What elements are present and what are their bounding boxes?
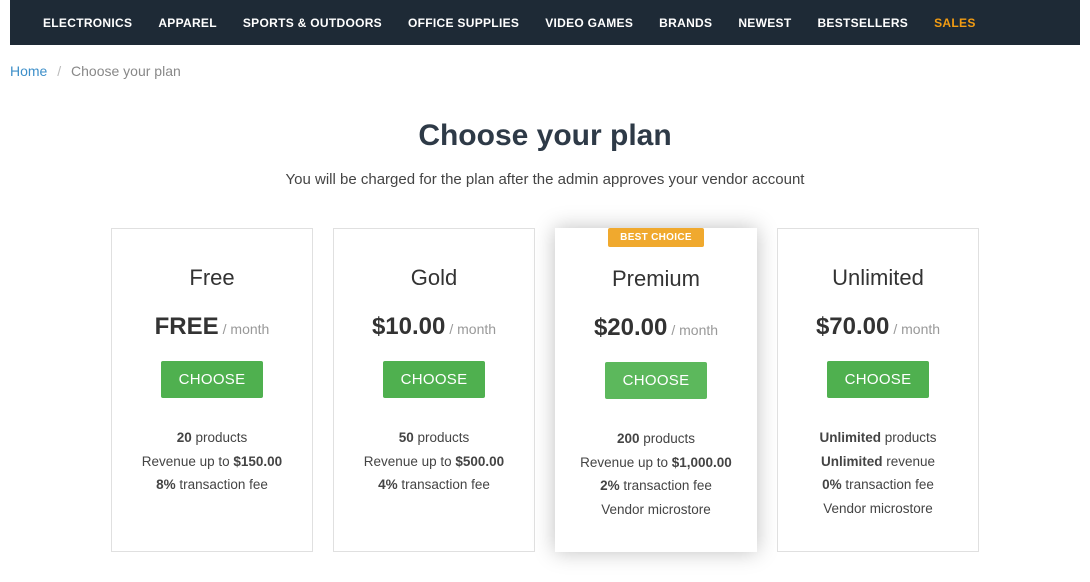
feature-text: transaction fee — [398, 477, 490, 492]
plan-feature-line: 2% transaction fee — [570, 474, 742, 498]
main-nav: ELECTRONICSAPPARELSPORTS & OUTDOORSOFFIC… — [10, 0, 1080, 45]
nav-item-office-supplies[interactable]: OFFICE SUPPLIES — [395, 16, 532, 30]
feature-text: revenue — [882, 454, 935, 469]
plan-feature-line: Vendor microstore — [570, 498, 742, 522]
choose-button[interactable]: CHOOSE — [827, 361, 930, 398]
feature-value: 0% — [822, 477, 842, 492]
feature-value: 50 — [399, 430, 414, 445]
plan-card-premium: BEST CHOICE Premium $20.00/ month CHOOSE 200… — [555, 228, 757, 552]
feature-text: products — [192, 430, 248, 445]
plan-name: Free — [127, 265, 297, 291]
choose-button[interactable]: CHOOSE — [383, 361, 486, 398]
plan-feature-line: Vendor microstore — [793, 497, 963, 521]
nav-item-sales[interactable]: SALES — [921, 16, 989, 30]
breadcrumb: Home / Choose your plan — [0, 45, 1090, 89]
plan-features: 20 productsRevenue up to $150.008% trans… — [127, 426, 297, 497]
feature-text: transaction fee — [176, 477, 268, 492]
page-title: Choose your plan — [0, 119, 1090, 153]
breadcrumb-separator: / — [57, 63, 61, 79]
feature-text: products — [640, 431, 696, 446]
plan-card-unlimited: Unlimited $70.00/ month CHOOSE Unlimited pr… — [777, 228, 979, 552]
best-choice-badge: BEST CHOICE — [608, 228, 704, 247]
plan-feature-line: 0% transaction fee — [793, 473, 963, 497]
plan-feature-line: 200 products — [570, 427, 742, 451]
plans-container: FreeFREE/ monthCHOOSE20 productsRevenue … — [0, 228, 1090, 582]
feature-text: transaction fee — [620, 478, 712, 493]
plan-period: / month — [223, 321, 270, 337]
plan-name: Gold — [349, 265, 519, 291]
feature-text: products — [881, 430, 937, 445]
page-subtitle: You will be charged for the plan after t… — [0, 171, 1090, 188]
feature-text: Revenue up to — [142, 454, 234, 469]
plan-price-row: $20.00/ month — [570, 314, 742, 342]
choose-button[interactable]: CHOOSE — [161, 361, 264, 398]
plan-price: $10.00 — [372, 313, 445, 340]
plan-feature-line: 20 products — [127, 426, 297, 450]
nav-item-electronics[interactable]: ELECTRONICS — [30, 16, 145, 30]
feature-value: $500.00 — [455, 454, 504, 469]
breadcrumb-home[interactable]: Home — [10, 63, 47, 79]
plan-feature-line: Unlimited revenue — [793, 450, 963, 474]
feature-value: 2% — [600, 478, 620, 493]
feature-text: Revenue up to — [364, 454, 456, 469]
plan-name: Unlimited — [793, 265, 963, 291]
feature-value: Unlimited — [821, 454, 883, 469]
choose-button[interactable]: CHOOSE — [605, 362, 708, 399]
feature-value: 8% — [156, 477, 176, 492]
plan-feature-line: 50 products — [349, 426, 519, 450]
feature-value: $150.00 — [233, 454, 282, 469]
nav-item-apparel[interactable]: APPAREL — [145, 16, 230, 30]
feature-text: products — [414, 430, 470, 445]
feature-value: Unlimited — [819, 430, 881, 445]
nav-item-brands[interactable]: BRANDS — [646, 16, 725, 30]
plan-feature-line: Unlimited products — [793, 426, 963, 450]
plan-feature-line: Revenue up to $500.00 — [349, 450, 519, 474]
plan-name: Premium — [570, 266, 742, 292]
plan-price: FREE — [155, 313, 219, 340]
feature-text: transaction fee — [842, 477, 934, 492]
feature-value: 4% — [378, 477, 398, 492]
plan-feature-line: Revenue up to $1,000.00 — [570, 451, 742, 475]
plan-price-row: $70.00/ month — [793, 313, 963, 341]
nav-item-sports-outdoors[interactable]: SPORTS & OUTDOORS — [230, 16, 395, 30]
plan-features: 50 productsRevenue up to $500.004% trans… — [349, 426, 519, 497]
plan-period: / month — [671, 322, 718, 338]
plan-price: $20.00 — [594, 314, 667, 341]
plan-card-gold: Gold$10.00/ monthCHOOSE50 productsRevenu… — [333, 228, 535, 552]
plan-feature-line: 4% transaction fee — [349, 473, 519, 497]
plan-price: $70.00 — [816, 313, 889, 340]
plan-feature-line: Revenue up to $150.00 — [127, 450, 297, 474]
breadcrumb-current: Choose your plan — [71, 63, 181, 79]
plan-period: / month — [449, 321, 496, 337]
feature-text: Revenue up to — [580, 455, 672, 470]
plan-feature-line: 8% transaction fee — [127, 473, 297, 497]
nav-item-video-games[interactable]: VIDEO GAMES — [532, 16, 646, 30]
nav-item-bestsellers[interactable]: BESTSELLERS — [804, 16, 921, 30]
feature-value: $1,000.00 — [672, 455, 732, 470]
plan-card-free: FreeFREE/ monthCHOOSE20 productsRevenue … — [111, 228, 313, 552]
plan-features: Unlimited productsUnlimited revenue0% tr… — [793, 426, 963, 521]
nav-item-newest[interactable]: NEWEST — [725, 16, 804, 30]
plan-price-row: FREE/ month — [127, 313, 297, 341]
feature-value: 20 — [177, 430, 192, 445]
feature-value: 200 — [617, 431, 640, 446]
plan-price-row: $10.00/ month — [349, 313, 519, 341]
plan-period: / month — [893, 321, 940, 337]
plan-features: 200 productsRevenue up to $1,000.002% tr… — [570, 427, 742, 522]
